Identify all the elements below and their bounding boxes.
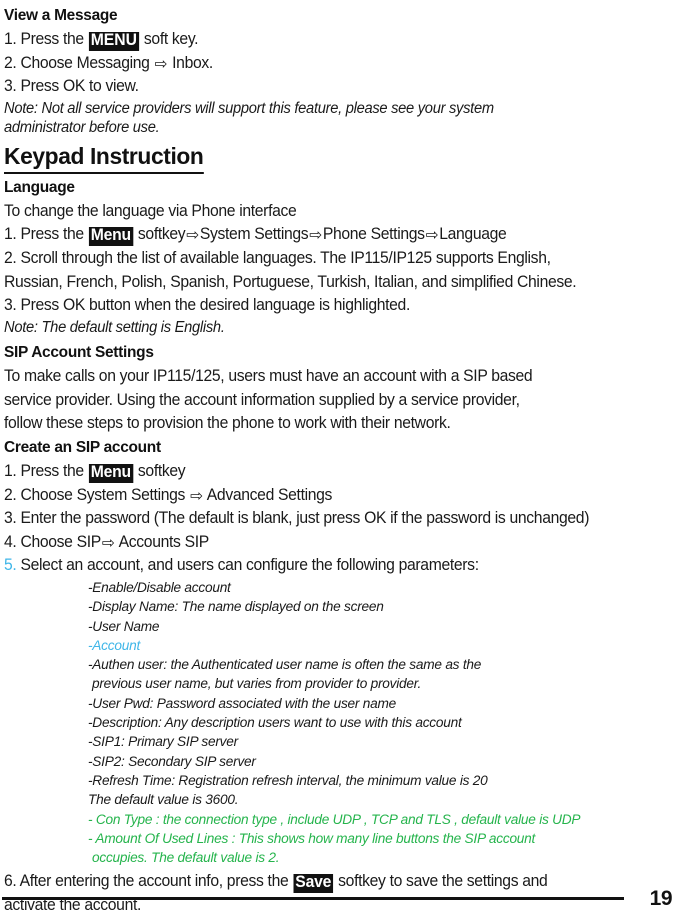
arrow-right-icon: ⇨ <box>186 227 199 245</box>
language-heading: Language <box>4 177 75 196</box>
sip-parameter-item: - Amount Of Used Lines : This shows how … <box>88 829 536 846</box>
sip-parameter-item: -Description: Any description users want… <box>88 714 462 731</box>
language-step-1: 1. Press the Menu softkey⇨System Setting… <box>4 223 649 247</box>
step-text: soft key. <box>139 30 199 48</box>
sip-parameter-item: -SIP2: Secondary SIP server <box>88 752 256 769</box>
sip-intro-line-1: To make calls on your IP115/125, users m… <box>4 367 533 386</box>
sip-parameter-item: The default value is 3600. <box>88 791 239 808</box>
step-text: System Settings <box>199 225 309 244</box>
language-step-2-line-2: Russian, French, Polish, Spanish, Portug… <box>4 272 577 291</box>
step-text: 1. Press the <box>4 462 88 481</box>
step-text: Advanced Settings <box>203 485 333 504</box>
sip-parameter-item: occupies. The default value is 2. <box>92 849 280 866</box>
sip-intro-line-2: service provider. Using the account info… <box>4 390 520 409</box>
step-text: Inbox. <box>168 53 213 72</box>
step-text: Accounts SIP <box>115 532 210 551</box>
keypad-instruction-heading: Keypad Instruction <box>4 142 204 174</box>
language-note: Note: The default setting is English. <box>4 318 225 336</box>
step-text: 2. Choose System Settings <box>4 485 190 504</box>
language-step-2-line-1: 2. Scroll through the list of available … <box>4 248 551 267</box>
sip-parameter-item: -Authen user: the Authenticated user nam… <box>88 656 482 673</box>
view-message-note-line-2: administrator before use. <box>4 119 160 137</box>
step-text: Select an account, and users can configu… <box>16 556 479 575</box>
step-text: Phone Settings <box>322 225 425 244</box>
view-message-step-3: 3. Press OK to view. <box>4 77 139 96</box>
sip-parameter-list: -Enable/Disable account -Display Name: Th… <box>4 578 672 867</box>
step-text: 1. Press the <box>4 30 88 48</box>
sip-parameter-item: -Enable/Disable account <box>88 579 231 595</box>
sip-parameter-item: -Refresh Time: Registration refresh inte… <box>88 771 488 788</box>
sip-parameter-item: -Display Name: The name displayed on the… <box>88 598 384 615</box>
step-text: softkey <box>133 462 186 481</box>
step-text: 1. Press the <box>4 225 88 244</box>
step-text: 4. Choose SIP <box>4 532 101 551</box>
language-intro: To change the language via Phone interfa… <box>4 201 297 220</box>
arrow-right-icon: ⇨ <box>190 487 203 505</box>
step-text: Language <box>439 225 507 244</box>
language-step-3: 3. Press OK button when the desired lang… <box>4 296 410 315</box>
keypad-instruction-heading-wrap: Keypad Instruction <box>4 142 672 174</box>
sip-parameter-item: -User Pwd: Password associated with the … <box>88 694 397 711</box>
sip-parameter-item: - Con Type : the connection type , inclu… <box>88 810 581 827</box>
page-number: 19 <box>649 887 673 910</box>
step-text: 2. Choose Messaging <box>4 53 154 72</box>
menu-softkey-badge[interactable]: MENU <box>88 31 139 51</box>
sip-parameter-item: -SIP1: Primary SIP server <box>88 733 238 750</box>
sip-step-5-number: 5. <box>4 556 17 575</box>
menu-softkey-badge[interactable]: Menu <box>88 463 133 483</box>
sip-step-1: 1. Press the Menu softkey <box>4 460 649 484</box>
view-message-note-line-1: Note: Not all service providers will sup… <box>4 99 494 117</box>
sip-intro-line-3: follow these steps to provision the phon… <box>4 414 451 433</box>
view-message-step-2: 2. Choose Messaging ⇨ Inbox. <box>4 52 649 76</box>
sip-step-4: 4. Choose SIP⇨ Accounts SIP <box>4 531 649 555</box>
sip-step-3: 3. Enter the password (The default is bl… <box>4 509 590 528</box>
sip-account-settings-heading: SIP Account Settings <box>4 343 154 362</box>
arrow-right-icon: ⇨ <box>425 227 439 245</box>
arrow-right-icon: ⇨ <box>309 227 322 245</box>
sip-parameter-item: -Account <box>88 636 141 653</box>
page-footer: 19 <box>0 882 678 916</box>
view-message-heading: View a Message <box>4 6 118 24</box>
menu-softkey-badge[interactable]: Menu <box>88 227 133 246</box>
step-text: softkey <box>133 225 186 244</box>
sip-step-2: 2. Choose System Settings ⇨ Advanced Set… <box>4 484 649 508</box>
sip-parameter-item: -User Name <box>88 617 160 634</box>
footer-divider <box>2 897 624 900</box>
sip-step-5: 5. Select an account, and users can conf… <box>4 554 649 578</box>
arrow-right-icon: ⇨ <box>101 534 115 552</box>
arrow-right-icon: ⇨ <box>154 55 168 73</box>
manual-page: View a Message 1. Press the MENU soft ke… <box>0 0 678 924</box>
view-message-step-1: 1. Press the MENU soft key. <box>4 28 649 52</box>
sip-parameter-item: previous user name, but varies from prov… <box>92 675 422 692</box>
create-sip-account-heading: Create an SIP account <box>4 438 161 457</box>
